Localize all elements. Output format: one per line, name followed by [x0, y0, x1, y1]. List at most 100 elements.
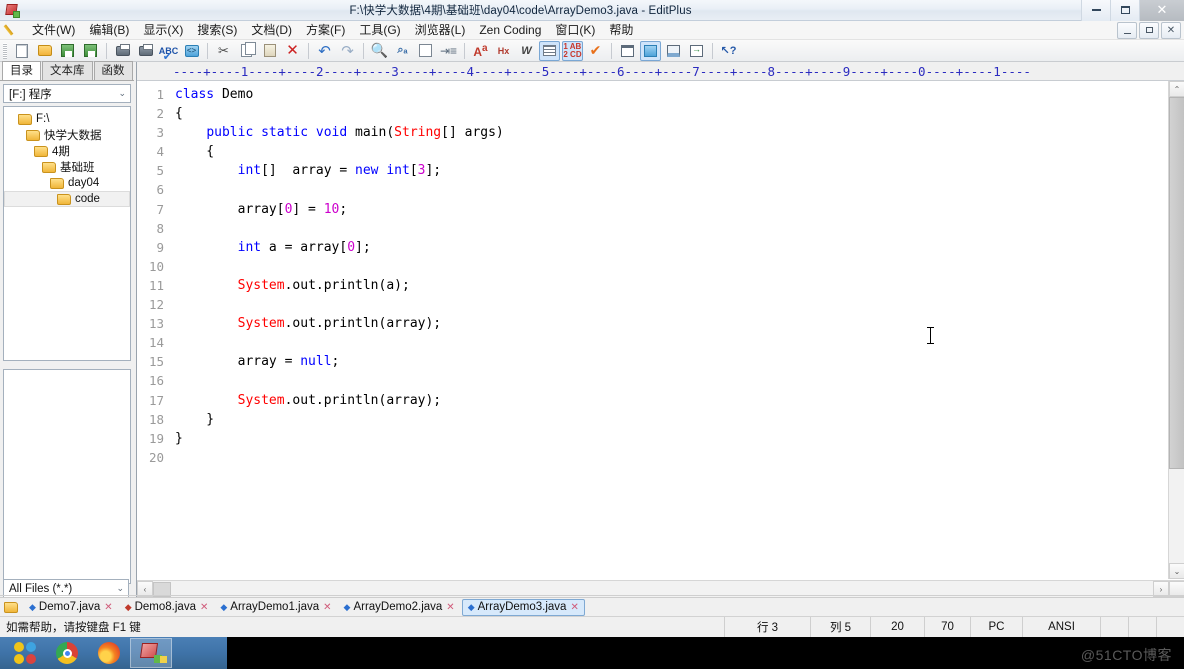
menu-item-help[interactable]: 帮助: [602, 21, 640, 40]
document-tab-demo8[interactable]: ◆ Demo8.java ✕: [120, 599, 214, 616]
drive-select[interactable]: [F:] 程序 ⌄: [3, 84, 131, 103]
close-icon[interactable]: ✕: [200, 602, 208, 613]
menu-item-browser[interactable]: 浏览器(L): [408, 21, 473, 40]
status-value-2: 70: [924, 616, 970, 638]
line-number: 1: [156, 87, 164, 102]
document-tab-arraydemo3[interactable]: ◆ ArrayDemo3.java ✕: [461, 598, 585, 616]
print-icon[interactable]: [135, 41, 156, 61]
document-tab-arraydemo1[interactable]: ◆ ArrayDemo1.java ✕: [215, 599, 336, 616]
tree-item-basic[interactable]: 基础班: [4, 159, 130, 175]
minimize-button[interactable]: [1081, 0, 1110, 21]
sidebar: 目录 文本库 函数 [F:] 程序 ⌄ F:\ 快学大数据 4期 基础班 day…: [0, 61, 134, 598]
toolbar: ABC <> ✂ ✕ ↶ ↷ 🔍 ⌕ₐ ⇥≡ Aa Hx W 1 AB2 CD …: [0, 40, 1184, 63]
save-all-icon[interactable]: [80, 41, 101, 61]
scroll-down-button[interactable]: ⌄: [1169, 563, 1184, 579]
close-button[interactable]: ✕: [1139, 0, 1184, 21]
sidebar-tab-directory[interactable]: 目录: [2, 61, 41, 80]
menu-item-tools[interactable]: 工具(G): [352, 21, 407, 40]
document-tab-demo7[interactable]: ◆ Demo7.java ✕: [24, 599, 118, 616]
sidebar-tab-cliptext[interactable]: 文本库: [42, 61, 93, 80]
code-line: System.out.println(a);: [175, 276, 504, 295]
menu-item-document[interactable]: 文档(D): [244, 21, 299, 40]
word-wrap-icon[interactable]: W: [516, 41, 537, 61]
toggle-directory-icon[interactable]: [640, 40, 661, 61]
close-icon[interactable]: ✕: [446, 602, 454, 613]
undo-icon[interactable]: ↶: [314, 41, 335, 61]
tree-item-kuaixue[interactable]: 快学大数据: [4, 127, 130, 143]
tree-item-day04[interactable]: day04: [4, 175, 130, 191]
sidebar-tab-function[interactable]: 函数: [93, 61, 133, 80]
toolbar-separator: [207, 42, 208, 59]
tree-item-root[interactable]: F:\: [4, 111, 130, 127]
close-icon[interactable]: ✕: [104, 602, 112, 613]
close-icon[interactable]: ✕: [323, 602, 331, 613]
context-help-icon[interactable]: ↖?: [718, 41, 739, 61]
code-line: {: [175, 104, 504, 123]
menu-item-search[interactable]: 搜索(S): [190, 21, 244, 40]
firefox-icon[interactable]: [88, 638, 130, 668]
menu-item-edit[interactable]: 编辑(B): [82, 21, 136, 40]
taskbar-empty-area: @51CTO博客: [227, 637, 1184, 669]
toggle-preview-icon[interactable]: [663, 41, 684, 61]
editor-vertical-scrollbar[interactable]: ⌃ ⌄: [1168, 81, 1184, 579]
tree-item-code[interactable]: code: [4, 191, 130, 207]
code-token: main(: [355, 125, 395, 141]
line-numbers-icon[interactable]: 1 AB 2 CD: [562, 40, 583, 61]
new-file-icon[interactable]: [11, 41, 32, 61]
replace-icon[interactable]: ⌕ₐ: [392, 41, 413, 61]
directory-tree[interactable]: F:\ 快学大数据 4期 基础班 day04 code: [3, 106, 131, 361]
menu-item-project[interactable]: 方案(F): [299, 21, 352, 40]
spellcheck-icon[interactable]: ABC: [158, 41, 179, 63]
indent-guide-icon[interactable]: [539, 40, 560, 61]
toolbar-grip[interactable]: [3, 42, 7, 59]
code-token: System: [237, 392, 285, 408]
file-list[interactable]: [3, 369, 131, 584]
folder-icon: [50, 177, 64, 189]
editplus-app-icon: [4, 2, 20, 18]
tree-item-term4[interactable]: 4期: [4, 143, 130, 159]
save-icon[interactable]: [57, 41, 78, 61]
status-platform[interactable]: PC: [970, 616, 1022, 638]
html-tag-icon[interactable]: <>: [181, 41, 202, 61]
delete-icon[interactable]: ✕: [282, 41, 303, 61]
toolbar-separator: [464, 42, 465, 59]
menu-item-view[interactable]: 显示(X): [136, 21, 190, 40]
goto-line-icon[interactable]: ⇥≡: [438, 41, 459, 61]
open-file-icon[interactable]: [34, 41, 55, 61]
start-orb-icon[interactable]: [4, 638, 46, 668]
font-size-icon[interactable]: Aa: [470, 41, 491, 61]
code-token: [: [409, 163, 418, 179]
child-close-button[interactable]: ✕: [1161, 21, 1181, 39]
close-icon[interactable]: ✕: [570, 602, 578, 613]
scroll-up-button[interactable]: ⌃: [1169, 81, 1184, 97]
copy-icon[interactable]: [236, 41, 257, 61]
window-controls: ✕: [1081, 0, 1184, 21]
toggle-output-icon[interactable]: [617, 41, 638, 61]
redo-icon[interactable]: ↷: [337, 41, 358, 61]
vertical-scroll-thumb[interactable]: [1169, 97, 1184, 469]
document-tab-arraydemo2[interactable]: ◆ ArrayDemo2.java ✕: [339, 599, 460, 616]
menu-item-file[interactable]: 文件(W): [25, 21, 82, 40]
folder-icon[interactable]: [4, 601, 18, 613]
code-text[interactable]: class Demo { public static void main(Stri…: [175, 81, 504, 467]
watermark: @51CTO博客: [1080, 647, 1172, 663]
hex-view-icon[interactable]: Hx: [493, 41, 514, 61]
menu-item-zen-coding[interactable]: Zen Coding: [472, 21, 548, 40]
menu-item-window[interactable]: 窗口(K): [548, 21, 602, 40]
paste-icon[interactable]: [259, 41, 280, 61]
code-token: null: [300, 354, 332, 370]
status-encoding[interactable]: ANSI: [1022, 616, 1100, 638]
print-preview-icon[interactable]: [112, 41, 133, 61]
browser-preview-icon[interactable]: [686, 41, 707, 61]
editplus-taskbar-icon[interactable]: [130, 638, 172, 668]
child-restore-button[interactable]: [1139, 21, 1159, 39]
cut-icon[interactable]: ✂: [213, 41, 234, 61]
code-area[interactable]: 1 2 3 4 5 6 7 8 9 10 11 12 13 14 15 16 17 18 19 20 class De…: [137, 81, 1169, 579]
find-icon[interactable]: 🔍: [369, 41, 390, 61]
find-in-files-icon[interactable]: [415, 41, 436, 61]
maximize-button[interactable]: [1110, 0, 1139, 21]
chrome-icon[interactable]: [46, 638, 88, 668]
child-minimize-button[interactable]: [1117, 21, 1137, 39]
compile-icon[interactable]: ✔: [585, 41, 606, 61]
